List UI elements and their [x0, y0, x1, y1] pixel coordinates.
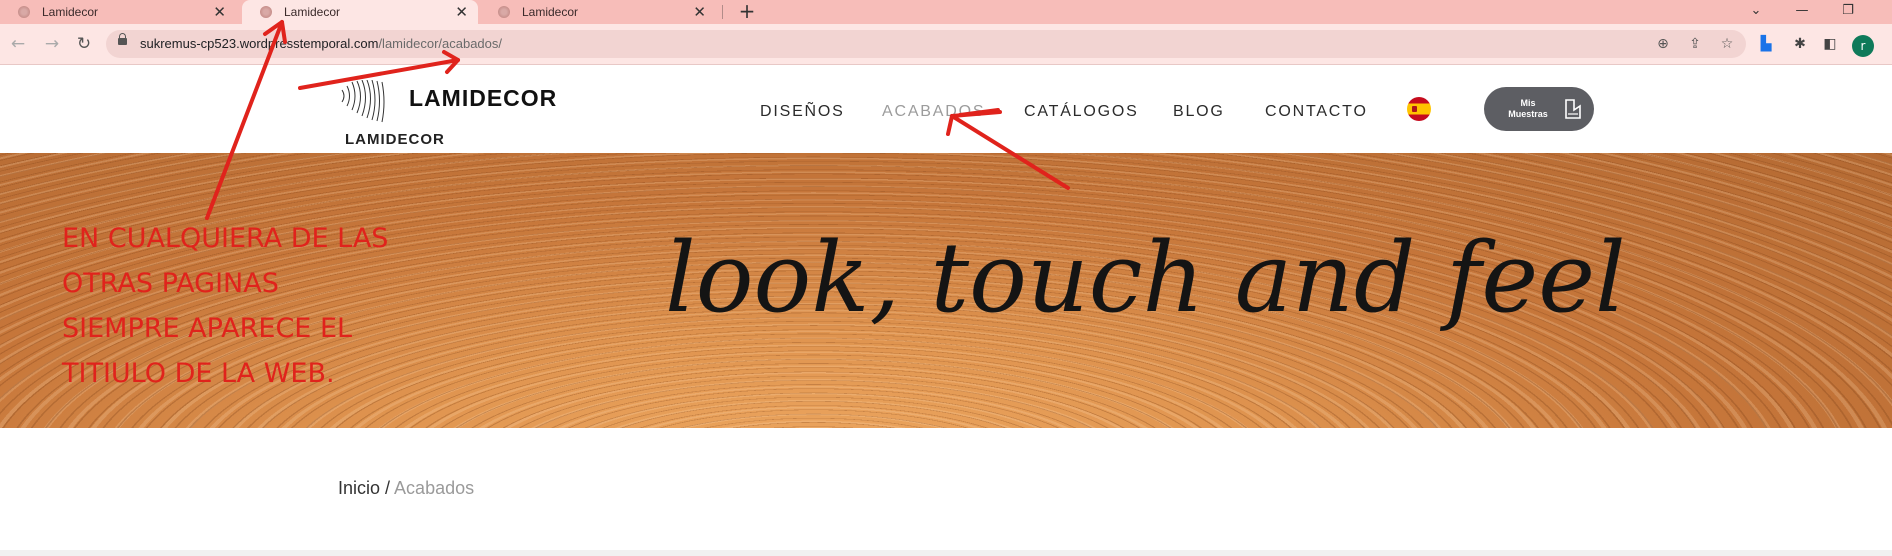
address-bar[interactable]: sukremus-cp523.wordpresstemporal.com/lam… [106, 30, 1746, 58]
annotation-line: EN CUALQUIERA DE LAS [62, 223, 389, 254]
nav-disenos[interactable]: DISEÑOS [760, 103, 845, 121]
share-icon[interactable]: ⇪ [1686, 35, 1704, 53]
annotation-note: EN CUALQUIERA DE LAS OTRAS PAGINAS SIEMP… [62, 216, 462, 396]
tab-title: Lamidecor [522, 5, 579, 19]
lock-icon [118, 33, 127, 45]
logo-lines-icon[interactable] [338, 80, 398, 124]
tab-search-icon[interactable]: ⌄ [1736, 0, 1776, 24]
browser-tabstrip: Lamidecor ✕ Lamidecor ✕ Lamidecor ✕ + ⌄ … [0, 0, 1892, 24]
favicon-icon [260, 6, 272, 18]
spain-flag-icon[interactable] [1407, 97, 1431, 121]
page-bottom-strip [0, 550, 1892, 556]
annotation-line: OTRAS PAGINAS [62, 268, 279, 299]
restore-button[interactable]: ❐ [1828, 0, 1868, 24]
profile-avatar[interactable]: r [1852, 35, 1874, 57]
puzzle-extensions-icon[interactable]: ✱ [1790, 34, 1810, 54]
close-tab-icon[interactable]: ✕ [693, 5, 706, 20]
forward-arrow-icon[interactable]: → [40, 32, 64, 56]
nav-catalogos[interactable]: CATÁLOGOS [1024, 103, 1139, 121]
close-tab-icon[interactable]: ✕ [455, 5, 468, 20]
close-tab-icon[interactable]: ✕ [213, 5, 226, 20]
reload-icon[interactable]: ↻ [72, 32, 96, 56]
browser-tab-2[interactable]: Lamidecor ✕ [242, 0, 478, 24]
favicon-icon [498, 6, 510, 18]
browser-tab-3[interactable]: Lamidecor ✕ [480, 0, 716, 24]
browser-tab-1[interactable]: Lamidecor ✕ [0, 0, 236, 24]
browser-toolbar: ← → ↻ sukremus-cp523.wordpresstemporal.c… [0, 24, 1892, 65]
sample-swatch-icon [1565, 99, 1581, 119]
brand-logo-text[interactable]: LAMIDECOR [409, 85, 557, 112]
breadcrumb-separator: / [380, 478, 395, 498]
breadcrumb-home-link[interactable]: Inicio [338, 478, 380, 498]
bookmark-star-icon[interactable]: ☆ [1718, 35, 1736, 53]
tab-title: Lamidecor [284, 5, 341, 19]
url-text[interactable]: sukremus-cp523.wordpresstemporal.com/lam… [140, 30, 502, 58]
my-samples-button[interactable]: Mis Muestras [1484, 87, 1594, 131]
annotation-line: SIEMPRE APARECE EL [62, 313, 353, 344]
breadcrumb-current: Acabados [394, 478, 475, 498]
side-panel-icon[interactable]: ◧ [1820, 34, 1840, 54]
hero-tagline: look, touch and feel [665, 222, 1626, 334]
tab-separator [722, 5, 723, 19]
samples-label: Mis Muestras [1508, 98, 1548, 119]
nav-contacto[interactable]: CONTACTO [1265, 103, 1368, 121]
nav-acabados[interactable]: ACABADOS [882, 103, 985, 121]
site-title[interactable]: LAMIDECOR [345, 131, 445, 148]
tab-title: Lamidecor [42, 5, 99, 19]
annotation-line: TITIULO DE LA WEB. [62, 358, 335, 389]
extension-icon[interactable]: ▙ [1756, 34, 1776, 54]
zoom-icon[interactable]: ⊕ [1654, 35, 1672, 53]
nav-blog[interactable]: BLOG [1173, 103, 1225, 121]
back-arrow-icon[interactable]: ← [6, 32, 30, 56]
breadcrumb: Inicio / Acabados [338, 478, 474, 499]
new-tab-button[interactable]: + [735, 0, 759, 24]
favicon-icon [18, 6, 30, 18]
minimize-button[interactable]: — [1782, 0, 1822, 24]
